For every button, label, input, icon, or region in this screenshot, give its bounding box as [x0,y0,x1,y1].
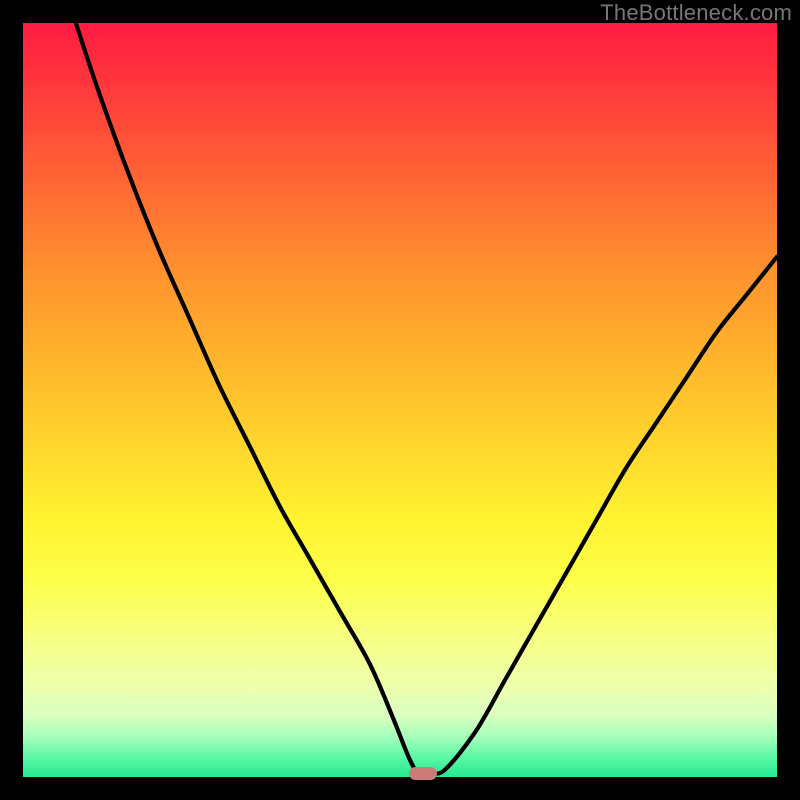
chart-frame: TheBottleneck.com [0,0,800,800]
optimal-point-marker [409,767,437,780]
bottleneck-curve [23,23,777,777]
plot-area [23,23,777,777]
